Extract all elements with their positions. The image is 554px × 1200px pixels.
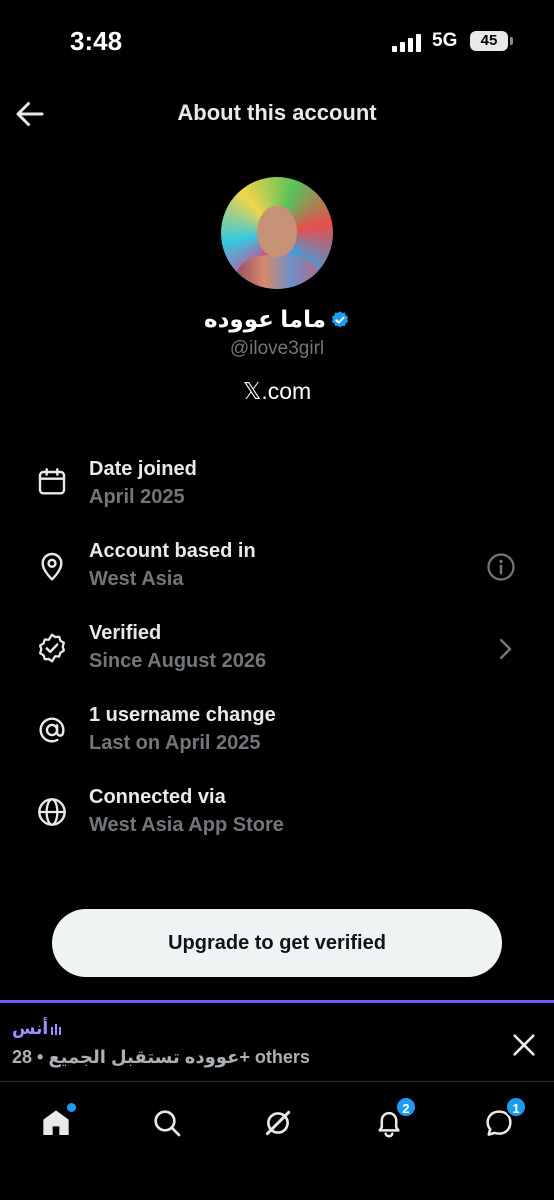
network-type: 5G	[432, 30, 458, 51]
info-title: Account based in	[89, 540, 256, 562]
status-time: 3:48	[70, 26, 123, 56]
nav-grok[interactable]	[253, 1098, 303, 1148]
bottom-nav: 2 1	[0, 1084, 554, 1200]
home-icon	[43, 1110, 69, 1135]
info-row-date-joined: Date joined April 2025	[0, 458, 554, 528]
site-label: 𝕏.com	[242, 378, 312, 404]
info-subtitle: West Asia	[89, 568, 184, 590]
info-title: Date joined	[89, 458, 197, 480]
space-host-name: أنس	[12, 1019, 49, 1038]
handle: @ilove3girl	[229, 338, 325, 359]
info-row-username-change: 1 username change Last on April 2025	[0, 704, 554, 774]
verified-outline-icon	[39, 633, 65, 663]
new-posts-dot	[67, 1103, 76, 1112]
signal-icon	[392, 34, 422, 52]
info-subtitle: West Asia App Store	[89, 814, 284, 836]
battery-icon: 45	[470, 31, 508, 51]
battery-cap	[510, 37, 513, 45]
info-icon[interactable]	[486, 552, 516, 582]
chevron-right-icon[interactable]	[490, 634, 520, 664]
globe-icon	[38, 798, 66, 826]
audio-wave-icon	[51, 1019, 63, 1039]
verified-badge-icon	[331, 311, 349, 328]
nav-messages[interactable]: 1	[474, 1096, 527, 1148]
info-row-account-based-in: Account based in West Asia	[0, 540, 554, 610]
nav-search[interactable]	[142, 1098, 192, 1148]
info-subtitle: Since August 2026	[89, 650, 267, 672]
calendar-icon	[38, 468, 66, 495]
space-bar[interactable]: أنس عووده تستقبل الجميع • 28+ others	[0, 1000, 554, 1082]
upgrade-button[interactable]: Upgrade to get verified	[52, 909, 502, 977]
info-row-verified[interactable]: Verified Since August 2026	[0, 622, 554, 692]
info-title: Connected via	[89, 786, 226, 808]
grok-icon	[265, 1110, 291, 1136]
info-subtitle: Last on April 2025	[89, 732, 261, 754]
search-icon	[154, 1110, 181, 1137]
info-title: Verified	[89, 622, 162, 644]
nav-home[interactable]	[31, 1098, 81, 1148]
close-icon[interactable]	[510, 1031, 538, 1059]
notification-badge: 2	[395, 1096, 417, 1118]
info-title: 1 username change	[89, 704, 276, 726]
page-title: About this account	[177, 100, 377, 125]
avatar	[221, 177, 333, 289]
display-name-text: ماما عووده	[204, 306, 326, 332]
info-subtitle: April 2025	[89, 486, 185, 508]
location-pin-icon	[41, 552, 63, 581]
at-sign-icon	[39, 717, 65, 743]
messages-badge: 1	[505, 1096, 527, 1118]
display-name: ماما عووده	[0, 306, 554, 333]
space-host: أنس	[12, 1019, 63, 1039]
info-row-connected-via: Connected via West Asia App Store	[0, 786, 554, 856]
nav-notifications[interactable]: 2	[364, 1096, 417, 1148]
space-description: عووده تستقبل الجميع • 28+ others	[12, 1047, 310, 1067]
status-bar: 3:48 5G 45	[0, 0, 554, 80]
